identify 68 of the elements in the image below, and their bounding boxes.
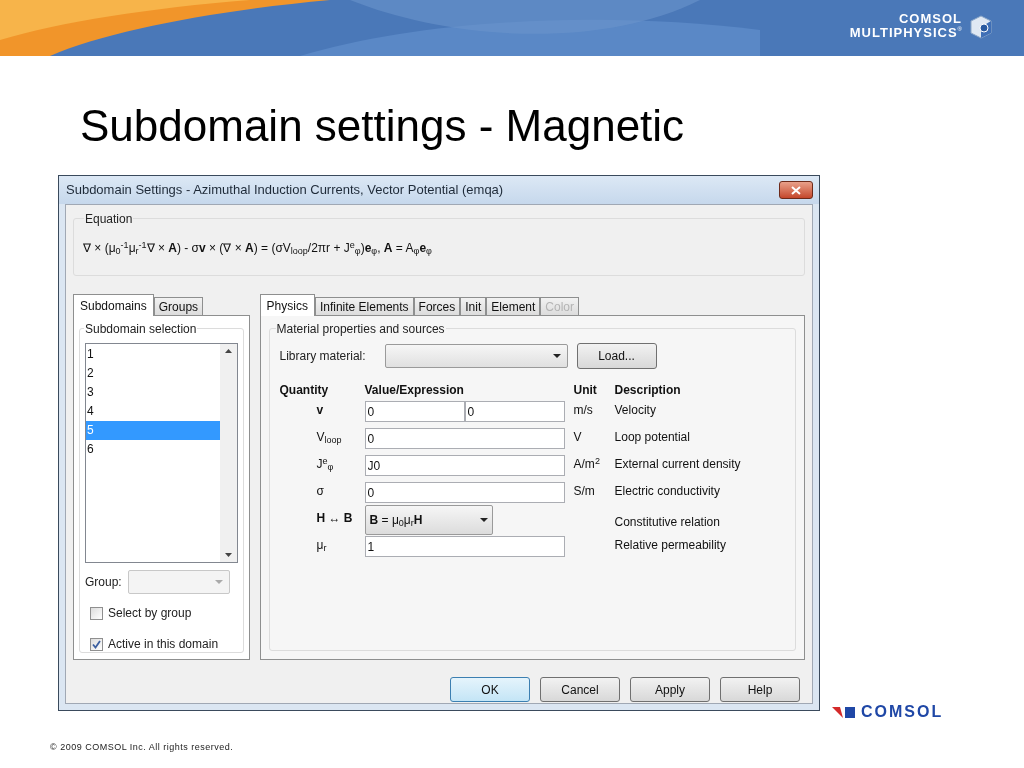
value-field[interactable]: 1 <box>364 536 565 557</box>
window-title: Subdomain Settings - Azimuthal Induction Currents, Vector Potential (emqa) <box>66 181 504 200</box>
description-text: Velocity <box>614 403 656 417</box>
field-label: Group: <box>85 574 122 591</box>
list-item[interactable]: 6 <box>86 440 220 459</box>
unit-text: A/m$^{2}$ <box>573 457 600 471</box>
relation-dropdown[interactable]: B = μ$_{0}$μ$_{r}$H <box>364 505 493 535</box>
tab[interactable]: Element <box>486 297 541 316</box>
tab[interactable]: Subdomains <box>73 294 154 316</box>
list-item[interactable]: 1 <box>86 345 220 364</box>
tab[interactable]: Forces <box>413 297 461 316</box>
logo-icon <box>832 706 856 718</box>
scroll-down-icon[interactable] <box>224 553 232 557</box>
checkbox-label[interactable]: Active in this domain <box>108 635 219 653</box>
close-icon <box>791 185 801 195</box>
quantity-symbol: μ$_{r}$ <box>316 538 327 552</box>
quantity-symbol: V$_{loop}$ <box>316 430 342 444</box>
dialog-button[interactable]: Apply <box>630 677 710 702</box>
description-text: Relative permeability <box>614 538 726 552</box>
column-header: Quantity <box>279 382 330 399</box>
column-header: Unit <box>573 382 598 399</box>
value-field[interactable]: 0 <box>364 482 565 503</box>
quantity-symbol: H ↔ B <box>316 511 353 525</box>
cube-icon <box>968 14 994 40</box>
tab[interactable]: Physics <box>259 294 315 316</box>
description-text: Electric conductivity <box>614 484 720 498</box>
logo-text: MULTIPHYSICS <box>849 26 958 39</box>
library-dropdown[interactable] <box>384 344 568 368</box>
copyright-text: © 2009 COMSOL Inc. All rights reserved. <box>50 741 234 754</box>
column-header: Value/Expression <box>364 382 465 399</box>
slide-title: Subdomain settings - Magnetic <box>80 104 685 148</box>
unit-text: m/s <box>573 403 593 417</box>
description-text: External current density <box>614 457 741 471</box>
value-field[interactable]: J0 <box>364 455 565 476</box>
footer-logo-text: COMSOL <box>861 704 944 720</box>
value-field[interactable]: 0 <box>364 428 565 449</box>
column-header: Description <box>614 382 682 399</box>
field-label: Library material: <box>279 348 367 365</box>
subdomain-list[interactable]: 1 2 3 4 5 6 <box>85 343 238 563</box>
caret-icon <box>479 518 488 522</box>
quantity-symbol: σ <box>316 484 324 498</box>
tab[interactable]: Groups <box>153 297 204 316</box>
checkbox[interactable] <box>90 606 103 620</box>
scroll-up-icon[interactable] <box>224 349 232 353</box>
list-item[interactable]: 3 <box>86 383 220 402</box>
list-item[interactable]: 2 <box>86 364 220 383</box>
quantity-symbol: v <box>316 403 324 417</box>
value-field[interactable]: 0 <box>364 401 465 422</box>
list-item[interactable]: 4 <box>86 402 220 421</box>
load-button[interactable]: Load... <box>576 343 657 369</box>
equation-text: ∇ × (μ$_{0}$$^{-1}$μ$_{r}$$^{-1}$∇ × A) - σv × (∇ × A) = (σV$_{loop}$/2πr + J$^{e}$$_{φ}$)e$_{φ}$, A = A$_{φ}$e$_{φ}$ <box>83 239 432 257</box>
checkbox[interactable] <box>90 637 103 651</box>
description-text: Constitutive relation <box>614 515 720 529</box>
description-text: Loop potential <box>614 430 690 444</box>
close-button[interactable] <box>779 181 813 199</box>
dialog-button[interactable]: OK <box>450 677 530 702</box>
value-field[interactable]: 0 <box>464 401 565 422</box>
unit-text: S/m <box>573 484 595 498</box>
tab[interactable]: Init <box>460 297 487 316</box>
dialog-button[interactable]: Help <box>720 677 800 702</box>
checkbox-label[interactable]: Select by group <box>108 604 192 622</box>
caret-icon <box>214 580 223 584</box>
scrollbar[interactable] <box>219 344 237 562</box>
unit-text: V <box>573 430 582 444</box>
tab[interactable]: Infinite Elements <box>314 297 414 316</box>
logo-text: COMSOL <box>898 12 962 25</box>
caret-icon <box>552 354 561 358</box>
dialog-button[interactable]: Cancel <box>540 677 620 702</box>
